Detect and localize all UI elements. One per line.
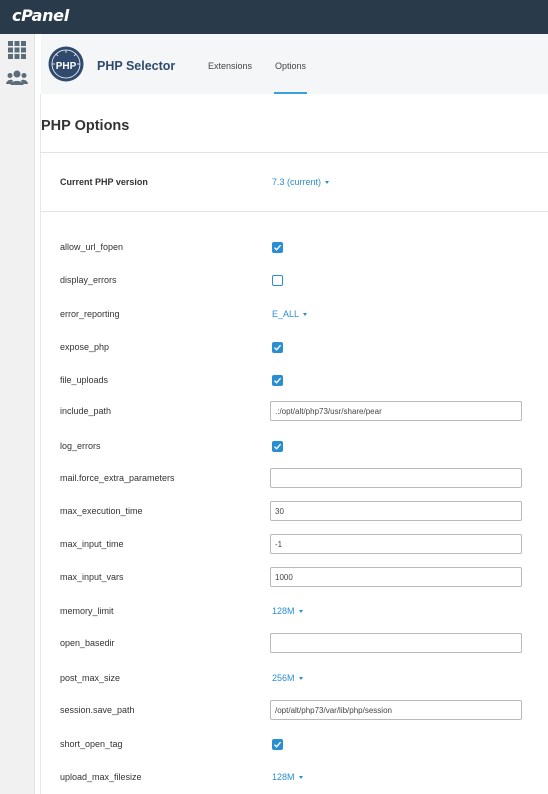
- php-logo-icon: PHP: [48, 46, 84, 82]
- input-max_input_vars[interactable]: [270, 567, 522, 587]
- option-label-max_input_time: max_input_time: [60, 539, 124, 549]
- dropdown-error_reporting[interactable]: E_ALL: [272, 309, 308, 319]
- sidebar: [0, 34, 35, 794]
- dropdown-post_max_size[interactable]: 256M: [272, 673, 303, 683]
- option-label-log_errors: log_errors: [60, 441, 101, 451]
- option-label-include_path: include_path: [60, 406, 112, 416]
- caret-down-icon: [303, 313, 308, 317]
- checkbox-display_errors[interactable]: [272, 275, 283, 286]
- option-label-open_basedir: open_basedir: [60, 638, 115, 648]
- option-label-memory_limit: memory_limit: [60, 606, 114, 616]
- caret-down-icon: [298, 677, 303, 681]
- dropdown-value: 128M: [272, 772, 295, 782]
- input-mail.force_extra_parameters[interactable]: [270, 468, 522, 488]
- php-logo-text: PHP: [56, 61, 77, 72]
- check-icon: [274, 741, 282, 748]
- option-label-post_max_size: post_max_size: [60, 673, 121, 683]
- option-label-upload_max_filesize: upload_max_filesize: [60, 772, 142, 782]
- divider: [41, 211, 548, 212]
- caret-down-icon: [298, 610, 303, 614]
- caret-down-icon: [325, 181, 330, 185]
- input-open_basedir[interactable]: [270, 633, 522, 653]
- input-max_input_time[interactable]: [270, 534, 522, 554]
- app-header: PHP PHP Selector Extensions Options: [41, 34, 548, 94]
- option-label-error_reporting: error_reporting: [60, 309, 120, 319]
- dropdown-value: 128M: [272, 606, 295, 616]
- input-session.save_path[interactable]: [270, 700, 522, 720]
- tab-options[interactable]: Options: [274, 61, 308, 94]
- cpanel-logo[interactable]: cPanel: [12, 6, 69, 25]
- dropdown-memory_limit[interactable]: 128M: [272, 606, 303, 616]
- input-include_path[interactable]: [270, 401, 522, 421]
- caret-down-icon: [298, 776, 303, 780]
- dropdown-upload_max_filesize[interactable]: 128M: [272, 772, 303, 782]
- checkbox-log_errors[interactable]: [272, 441, 283, 452]
- app-title: PHP Selector: [97, 59, 176, 73]
- check-icon: [274, 443, 282, 450]
- dropdown-value: E_ALL: [272, 309, 300, 319]
- option-label-display_errors: display_errors: [60, 275, 117, 285]
- top-bar: cPanel: [0, 0, 548, 34]
- option-label-expose_php: expose_php: [60, 342, 110, 352]
- page-title: PHP Options: [41, 118, 130, 134]
- checkbox-allow_url_fopen[interactable]: [272, 242, 283, 253]
- option-label-file_uploads: file_uploads: [60, 375, 109, 385]
- php-version-label: Current PHP version: [60, 177, 148, 187]
- users-icon[interactable]: [6, 68, 28, 88]
- check-icon: [274, 344, 282, 351]
- option-label-session.save_path: session.save_path: [60, 705, 135, 715]
- divider: [41, 152, 548, 153]
- option-label-allow_url_fopen: allow_url_fopen: [60, 242, 124, 252]
- option-label-max_execution_time: max_execution_time: [60, 506, 143, 516]
- option-label-short_open_tag: short_open_tag: [60, 739, 123, 749]
- tab-extensions[interactable]: Extensions: [207, 61, 253, 94]
- option-label-max_input_vars: max_input_vars: [60, 572, 124, 582]
- checkbox-short_open_tag[interactable]: [272, 739, 283, 750]
- dropdown-value: 256M: [272, 673, 295, 683]
- input-max_execution_time[interactable]: [270, 501, 522, 521]
- content-border: [40, 94, 41, 794]
- check-icon: [274, 244, 282, 251]
- option-label-mail.force_extra_parameters: mail.force_extra_parameters: [60, 473, 175, 483]
- php-version-dropdown[interactable]: 7.3 (current): [272, 177, 330, 187]
- checkbox-file_uploads[interactable]: [272, 375, 283, 386]
- php-version-value: 7.3 (current): [272, 177, 322, 187]
- check-icon: [274, 377, 282, 384]
- grid-icon[interactable]: [7, 40, 27, 60]
- checkbox-expose_php[interactable]: [272, 342, 283, 353]
